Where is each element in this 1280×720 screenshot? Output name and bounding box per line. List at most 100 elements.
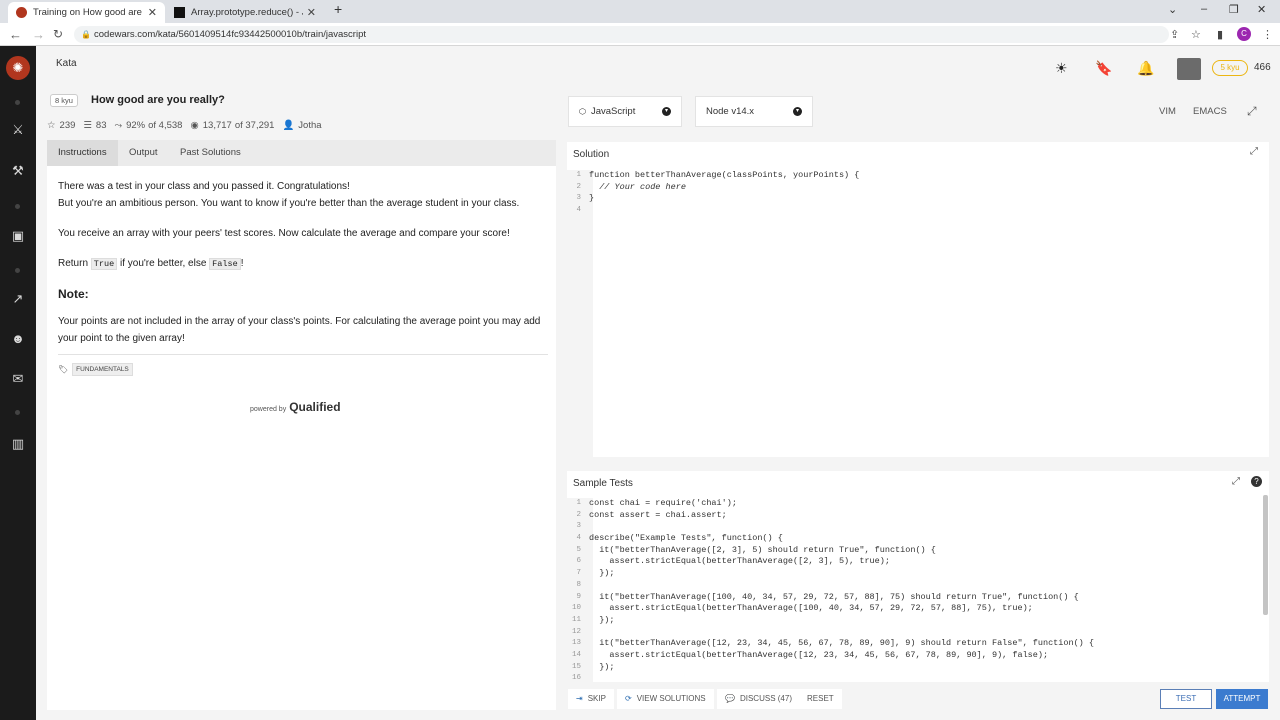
tag-fundamentals[interactable]: FUNDAMENTALS — [72, 363, 133, 376]
code-line[interactable]: 2 const assert = chai.assert; — [567, 510, 1269, 522]
expand-icon[interactable]: ⤢ — [1250, 146, 1258, 157]
help-icon[interactable]: ? — [1251, 476, 1262, 487]
instructions-card: Instructions Output Past Solutions There… — [47, 140, 556, 710]
code-line[interactable]: 3 — [567, 521, 1269, 533]
profile-avatar[interactable]: C — [1237, 27, 1251, 41]
back-icon[interactable]: ← — [9, 27, 22, 42]
attempt-button[interactable]: ATTEMPT — [1216, 689, 1268, 709]
runtime-select[interactable]: Node v14.x ▾ — [695, 96, 813, 127]
app-sidebar: ✺ ⚔ ⚒ ▣ ↗ ☻ ✉ ▥ — [0, 46, 36, 720]
attempted-count: of 37,291 — [234, 120, 275, 131]
tab-output[interactable]: Output — [118, 140, 169, 166]
test-button[interactable]: TEST — [1160, 689, 1212, 709]
discuss-button[interactable]: 💬 DISCUSS (47) — [717, 689, 800, 709]
code-line[interactable]: 2 // Your code here — [567, 182, 1269, 194]
code-line[interactable]: 13 it("betterThanAverage([12, 23, 34, 45… — [567, 638, 1269, 650]
code-line[interactable]: 15 }); — [567, 662, 1269, 674]
url-bar[interactable]: 🔒 codewars.com/kata/5601409514fc93442500… — [74, 26, 1169, 43]
line-number: 9 — [576, 592, 581, 601]
vim-mode-toggle[interactable]: VIM — [1159, 106, 1176, 117]
code-text: const chai = require('chai'); — [589, 498, 737, 508]
close-tab-icon[interactable]: ✕ — [303, 6, 316, 19]
code-line[interactable]: 10 assert.strictEqual(betterThanAverage(… — [567, 603, 1269, 615]
completed-count: 13,717 — [202, 120, 232, 131]
reset-button[interactable]: RESET — [799, 689, 842, 709]
code-text: it("betterThanAverage([2, 3], 5) should … — [589, 544, 936, 555]
editor-panel: ⬡ JavaScript ▾ Node v14.x ▾ VIM EMACS ⤢ … — [566, 89, 1280, 720]
code-text: } — [589, 193, 595, 204]
star-icon[interactable]: ☆ — [47, 120, 56, 131]
expand-icon[interactable]: ⤢ — [1232, 476, 1240, 487]
code-line[interactable]: 12 — [567, 627, 1269, 639]
browser-tab-mdn[interactable]: Array.prototype.reduce() - JavaScript | … — [166, 2, 324, 23]
tests-scrollbar[interactable] — [1263, 495, 1268, 615]
theme-sun-icon[interactable]: ☀ — [1055, 60, 1068, 77]
code-line[interactable]: 11 }); — [567, 615, 1269, 627]
bookmark-icon[interactable]: 🔖 — [1095, 60, 1112, 77]
discord-icon[interactable]: ☻ — [0, 331, 36, 346]
codewars-logo-icon[interactable]: ✺ — [6, 56, 30, 80]
minimize-icon[interactable]: – — [1201, 3, 1207, 15]
side-panel-icon[interactable]: ▮ — [1217, 28, 1223, 41]
instruction-tabs: Instructions Output Past Solutions — [47, 140, 556, 166]
reload-icon[interactable]: ↻ — [53, 27, 63, 41]
code-line[interactable]: 8 — [567, 580, 1269, 592]
lock-icon: 🔒 — [81, 30, 91, 39]
browser-tab-codewars[interactable]: Training on How good are you really? | C… — [8, 2, 165, 23]
leaderboard-icon[interactable]: ↗ — [0, 291, 36, 307]
line-number: 4 — [576, 534, 581, 543]
notification-bell-icon[interactable]: 🔔 — [1137, 60, 1154, 77]
close-tab-icon[interactable]: ✕ — [144, 6, 157, 19]
solution-editor[interactable]: Solution ⤢ 1 function betterThanAverage(c… — [567, 142, 1269, 457]
tests-code[interactable]: 1 const chai = require('chai'); 2 const ass… — [567, 498, 1269, 682]
code-text: assert.strictEqual(betterThanAverage([10… — [589, 603, 1033, 614]
language-select[interactable]: ⬡ JavaScript ▾ — [568, 96, 682, 127]
code-line[interactable]: 16 — [567, 673, 1269, 682]
new-tab-icon[interactable]: + — [334, 1, 342, 17]
emacs-mode-toggle[interactable]: EMACS — [1193, 106, 1227, 117]
code-line[interactable]: 4 describe("Example Tests", function() { — [567, 533, 1269, 545]
forward-icon[interactable]: → — [32, 27, 45, 42]
code-line[interactable]: 14 assert.strictEqual(betterThanAverage(… — [567, 650, 1269, 662]
user-avatar[interactable] — [1177, 58, 1201, 80]
training-icon[interactable]: ⚔ — [0, 122, 36, 138]
code-line[interactable]: 4 — [567, 205, 1269, 217]
code-text: }); — [589, 661, 615, 672]
author-link[interactable]: Jotha — [298, 120, 321, 131]
bookmark-star-icon[interactable]: ☆ — [1191, 28, 1201, 41]
code-line[interactable]: 9 it("betterThanAverage([100, 40, 34, 57… — [567, 592, 1269, 604]
powered-by-qualified[interactable]: powered by Qualified — [250, 400, 341, 414]
skip-button[interactable]: ⇥ SKIP — [568, 689, 614, 709]
maximize-icon[interactable]: ❐ — [1229, 3, 1239, 16]
forum-icon[interactable]: ✉ — [0, 371, 36, 387]
code-line[interactable]: 1 const chai = require('chai'); — [567, 498, 1269, 510]
kata-description: There was a test in your class and you p… — [58, 178, 548, 360]
briefcase-icon[interactable]: ▣ — [0, 228, 36, 244]
kata-nav-link[interactable]: Kata — [56, 58, 77, 69]
docs-book-icon[interactable]: ▥ — [0, 436, 36, 452]
code-line[interactable]: 5 it("betterThanAverage([2, 3], 5) shoul… — [567, 545, 1269, 557]
view-solutions-button[interactable]: ⟳ VIEW SOLUTIONS — [617, 689, 714, 709]
line-number: 15 — [571, 662, 581, 671]
sample-tests-editor[interactable]: Sample Tests ⤢ ? 1 const chai = require('… — [567, 471, 1269, 682]
code-line[interactable]: 6 assert.strictEqual(betterThanAverage([… — [567, 556, 1269, 568]
code-text: function betterThanAverage(classPoints, … — [589, 170, 860, 180]
tab-instructions[interactable]: Instructions — [47, 140, 118, 166]
close-window-icon[interactable]: ✕ — [1257, 3, 1266, 16]
collection-icon[interactable]: ☰ — [83, 120, 92, 131]
fullscreen-icon[interactable]: ⤢ — [1247, 104, 1257, 119]
app-top-bar: Kata ☀ 🔖 🔔 5 kyu 466 — [36, 46, 1280, 89]
tab-search-icon[interactable]: ⌄ — [1168, 3, 1177, 16]
tab-past-solutions[interactable]: Past Solutions — [169, 140, 252, 166]
menu-dots-icon[interactable]: ⋮ — [1262, 28, 1273, 41]
practice-icon[interactable]: ⚒ — [0, 163, 36, 179]
code-line[interactable]: 1 function betterThanAverage(classPoints,… — [567, 170, 1269, 182]
code-line[interactable]: 7 }); — [567, 568, 1269, 580]
code-text: // Your code here — [589, 181, 686, 192]
line-number: 12 — [571, 627, 581, 636]
solution-code[interactable]: 1 function betterThanAverage(classPoints,… — [567, 170, 1269, 457]
tag-icon: 🏷 — [58, 365, 69, 374]
kata-description-panel: 8 kyu How good are you really? ☆ 239 ☰ 83 … — [36, 89, 566, 720]
share-icon[interactable]: ⇪ — [1170, 28, 1179, 41]
code-line[interactable]: 3} — [567, 193, 1269, 205]
